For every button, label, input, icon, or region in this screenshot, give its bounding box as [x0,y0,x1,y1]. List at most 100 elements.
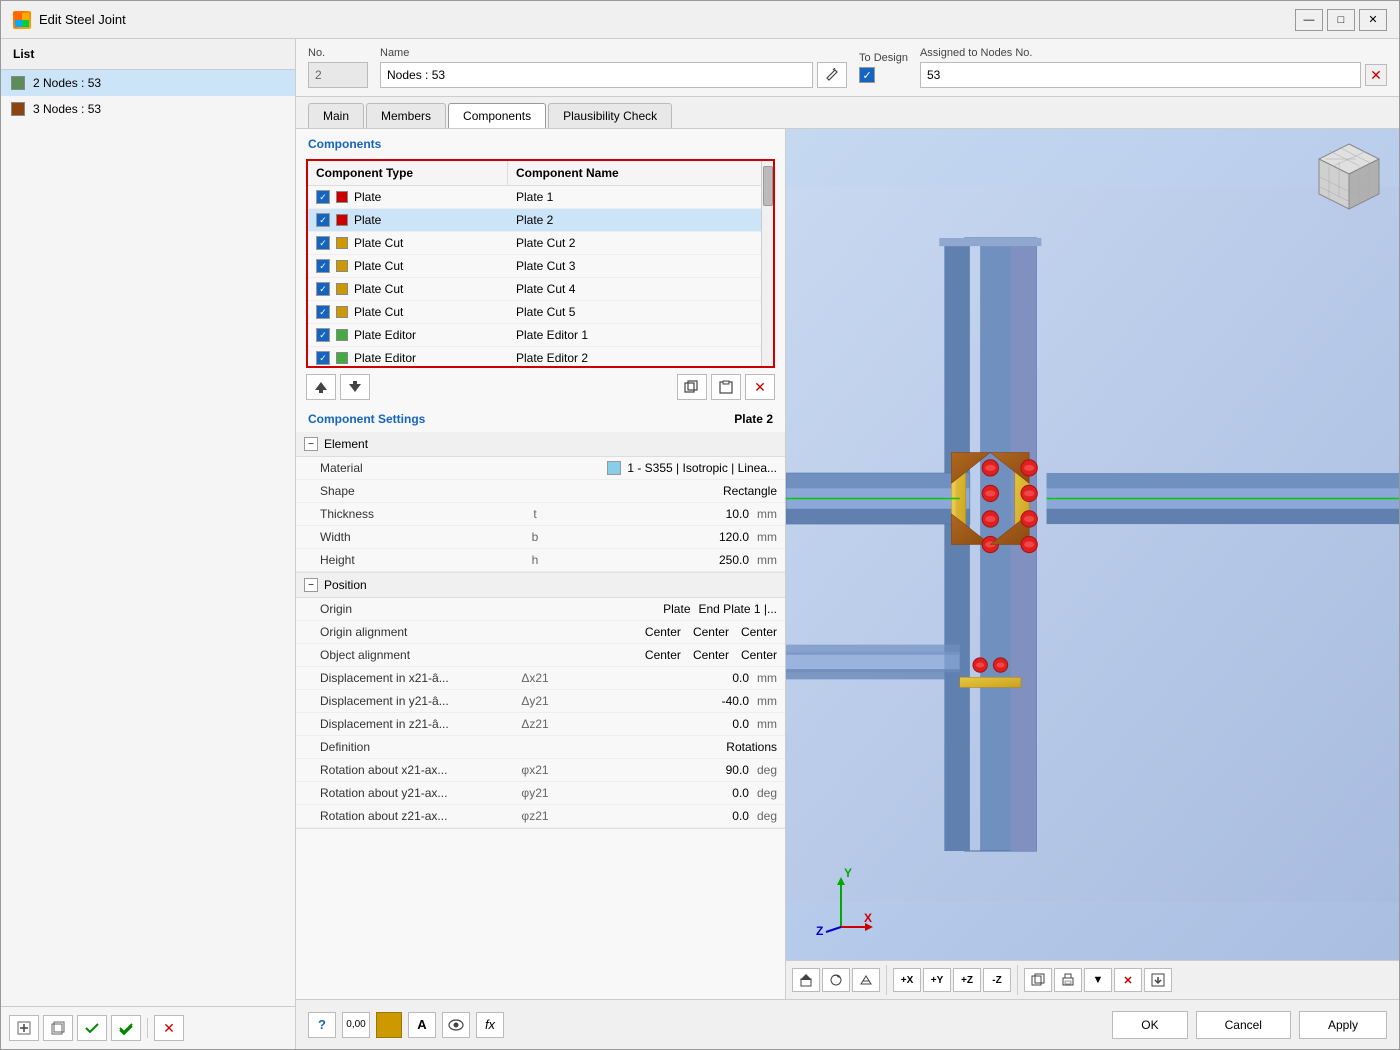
height-value: 250.0 [689,553,749,567]
svg-text:Z: Z [816,924,823,937]
row-checkbox[interactable] [316,190,330,204]
thickness-row: Thickness t 10.0 mm [296,503,785,526]
minimize-button[interactable]: — [1295,9,1323,31]
no-input[interactable] [308,62,368,88]
formula-button[interactable]: fx [476,1012,504,1038]
view-content: Y Z X [786,129,1399,960]
table-row[interactable]: Plate Plate 1 [308,186,761,209]
position-group-header[interactable]: − Position [296,573,785,598]
maximize-button[interactable]: □ [1327,9,1355,31]
view-btn-home[interactable] [792,968,820,992]
edit-name-button[interactable] [817,62,847,88]
origin-label: Origin [320,602,520,616]
row-checkbox[interactable] [316,282,330,296]
tab-main[interactable]: Main [308,103,364,128]
row-checkbox[interactable] [316,213,330,227]
bottom-bar: ? 0,00 A fx OK Cancel Apply [296,999,1399,1049]
text-style-button[interactable]: A [408,1012,436,1038]
move-down-button[interactable] [340,374,370,400]
to-design-checkbox[interactable] [859,67,875,83]
table-row[interactable]: Plate Cut Plate Cut 4 [308,278,761,301]
view-btn-perspective[interactable] [852,968,880,992]
visibility-button[interactable] [442,1012,470,1038]
name-label: Name [380,47,847,59]
view-btn-rotate[interactable] [822,968,850,992]
oa-value2: Center [693,625,729,639]
table-row[interactable]: Plate Editor Plate Editor 1 [308,324,761,347]
view-btn-z[interactable]: +Z [953,968,981,992]
comp-actions: ✕ [296,368,785,406]
move-up-button[interactable] [306,374,336,400]
table-row[interactable]: Plate Editor Plate Editor 2 [308,347,761,366]
list-item[interactable]: 2 Nodes : 53 [1,70,295,96]
table-row[interactable]: Plate Plate 2 [308,209,761,232]
help-button[interactable]: ? [308,1012,336,1038]
right-area: No. Name To Design [296,39,1399,1049]
row-type-label: Plate Editor [354,328,416,342]
orientation-cube[interactable] [1309,139,1389,222]
expand-position-icon[interactable]: − [304,578,318,592]
origin-alignment-label: Origin alignment [320,625,520,639]
table-row[interactable]: Plate Cut Plate Cut 2 [308,232,761,255]
footer-separator [147,1018,148,1038]
tab-plausibility[interactable]: Plausibility Check [548,103,672,128]
row-checkbox[interactable] [316,328,330,342]
view-btn-x[interactable]: +X [893,968,921,992]
list-item[interactable]: 3 Nodes : 53 [1,96,295,122]
clear-assigned-button[interactable]: ✕ [1365,64,1387,86]
row-checkbox[interactable] [316,351,330,365]
delete-component-button[interactable]: ✕ [745,374,775,400]
element-group-header[interactable]: − Element [296,432,785,457]
view-btn-delete[interactable]: ✕ [1114,968,1142,992]
paste-component-button[interactable] [711,374,741,400]
row-checkbox[interactable] [316,259,330,273]
check-list-button[interactable] [77,1015,107,1041]
table-row[interactable]: Plate Cut Plate Cut 5 [308,301,761,324]
expand-element-icon[interactable]: − [304,437,318,451]
table-row[interactable]: Plate Cut Plate Cut 3 [308,255,761,278]
row-color [336,260,348,272]
row-name-cell: Plate Cut 5 [508,301,761,323]
view-btn-export[interactable] [1144,968,1172,992]
row-checkbox[interactable] [316,236,330,250]
add-list-button[interactable] [9,1015,39,1041]
close-button[interactable]: ✕ [1359,9,1387,31]
row-type-cell: Plate Cut [308,278,508,300]
rot-y-label: Rotation about y21-ax... [320,786,520,800]
row-name-label: Plate Cut 2 [516,236,575,250]
view-btn-neg-z[interactable]: -Z [983,968,1011,992]
ok-button[interactable]: OK [1112,1011,1187,1039]
delete-list-button[interactable]: ✕ [154,1015,184,1041]
rot-x-row: Rotation about x21-ax... φx21 90.0 deg [296,759,785,782]
units-button[interactable]: 0,00 [342,1012,370,1038]
apply-button[interactable]: Apply [1299,1011,1387,1039]
view-btn-print[interactable] [1054,968,1082,992]
toolbar-divider [886,965,887,995]
tab-members[interactable]: Members [366,103,446,128]
scrollbar-thumb[interactable] [763,166,773,206]
view-btn-arrow-print[interactable]: ▼ [1084,968,1112,992]
view-btn-copy-view[interactable] [1024,968,1052,992]
assigned-label: Assigned to Nodes No. [920,47,1387,59]
check2-list-button[interactable] [111,1015,141,1041]
disp-y-unit: Δy21 [520,694,550,708]
name-input[interactable] [380,62,813,88]
color-button[interactable] [376,1012,402,1038]
view-btn-y[interactable]: +Y [923,968,951,992]
object-alignment-row: Object alignment Center Center Center [296,644,785,667]
width-values: 120.0 mm [550,530,777,544]
disp-x-unit: Δx21 [520,671,550,685]
assigned-input[interactable] [920,62,1361,88]
copy-component-button[interactable] [677,374,707,400]
cancel-button[interactable]: Cancel [1196,1011,1291,1039]
scrollbar-track[interactable] [761,161,773,366]
rot-z-label: Rotation about z21-ax... [320,809,520,823]
row-name-cell: Plate 1 [508,186,761,208]
row-name-label: Plate Editor 1 [516,328,588,342]
row-name-label: Plate 1 [516,190,553,204]
row-checkbox[interactable] [316,305,330,319]
material-label: Material [320,461,520,475]
tab-components[interactable]: Components [448,103,546,128]
to-design-group: To Design [859,52,908,83]
copy-list-button[interactable] [43,1015,73,1041]
